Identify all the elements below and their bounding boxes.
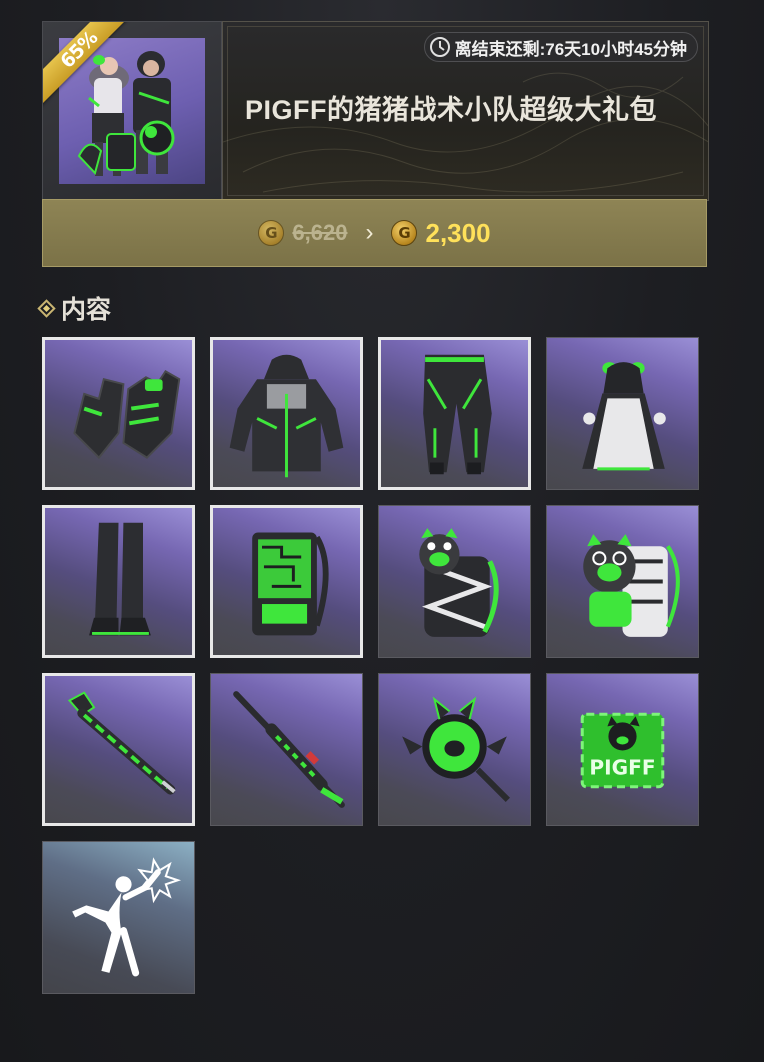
- item-stockings-boots[interactable]: [42, 505, 195, 658]
- item-pants[interactable]: [378, 337, 531, 490]
- backpack-icon: [252, 532, 329, 636]
- contents-heading: 内容: [37, 290, 112, 326]
- bundle-page: 65% 离结束还剩:76天10小时45分钟 PIGFF的猪猪战术小队超级大礼包 …: [0, 0, 764, 1062]
- dress-icon: [582, 362, 666, 471]
- clock-icon: [429, 37, 450, 57]
- item-gloves[interactable]: [42, 337, 195, 490]
- item-maid-outfit[interactable]: [546, 337, 699, 490]
- boots-icon: [89, 522, 151, 636]
- bundle-thumbnail[interactable]: 65%: [42, 21, 222, 201]
- item-emote[interactable]: [42, 841, 195, 994]
- bundle-title: PIGFF的猪猪战术小队超级大礼包: [245, 95, 657, 125]
- emote-figure-icon: [72, 857, 182, 977]
- item-pan-emblem[interactable]: [378, 673, 531, 826]
- spray-label: PIGFF: [589, 756, 655, 780]
- pig-backpack-icon: [583, 534, 680, 637]
- item-sniper-rifle[interactable]: [210, 673, 363, 826]
- diamond-icon: [37, 298, 56, 318]
- gloves-icon: [73, 370, 181, 460]
- item-pigff-spray[interactable]: PIGFF: [546, 673, 699, 826]
- spray-icon: PIGFF: [580, 712, 665, 789]
- item-melee-weapon[interactable]: [42, 673, 195, 826]
- currency-coin-icon: G: [258, 220, 285, 246]
- pig-backpack-icon: [419, 528, 499, 637]
- currency-coin-icon: G: [391, 220, 418, 246]
- jacket-icon: [229, 354, 344, 478]
- bundle-info-panel: 离结束还剩:76天10小时45分钟 PIGFF的猪猪战术小队超级大礼包: [222, 21, 709, 201]
- item-tech-backpack[interactable]: [210, 505, 363, 658]
- original-price: 6,620: [292, 220, 348, 245]
- pan-icon: [402, 696, 510, 802]
- countdown-timer: 离结束还剩:76天10小时45分钟: [423, 32, 698, 62]
- countdown-text: 离结束还剩:76天10小时45分钟: [454, 39, 687, 59]
- chevron-right-icon: ›: [365, 219, 374, 246]
- bundle-card[interactable]: 65% 离结束还剩:76天10小时45分钟 PIGFF的猪猪战术小队超级大礼包 …: [42, 21, 709, 267]
- contents-heading-text: 内容: [61, 296, 112, 324]
- item-pig-backpack-green[interactable]: [546, 505, 699, 658]
- pants-icon: [423, 354, 492, 475]
- sale-price: 2,300: [425, 217, 491, 248]
- item-hooded-jacket[interactable]: [210, 337, 363, 490]
- item-pig-backpack-dark[interactable]: [378, 505, 531, 658]
- weapon-icon: [67, 691, 176, 795]
- purchase-button[interactable]: G 6,620 › G 2,300: [42, 199, 707, 267]
- rifle-icon: [233, 691, 345, 808]
